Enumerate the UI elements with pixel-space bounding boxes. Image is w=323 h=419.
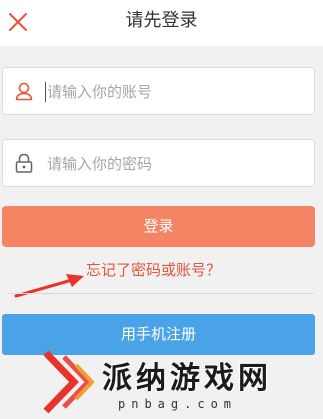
login-button[interactable]: 登录: [2, 206, 315, 247]
watermark-name: 派纳游戏网: [102, 361, 272, 396]
user-icon: [13, 80, 35, 102]
divider: [8, 293, 314, 294]
annotation-arrow-icon: [14, 274, 84, 298]
top-bar: 请先登录: [0, 0, 323, 46]
forgot-password-link[interactable]: 忘记了密码或账号？: [86, 259, 221, 281]
watermark-logo-icon: [43, 350, 95, 414]
password-field[interactable]: [2, 139, 315, 187]
account-input[interactable]: [45, 77, 307, 107]
page-title: 请先登录: [125, 10, 198, 31]
password-input[interactable]: [45, 149, 307, 179]
account-field[interactable]: [2, 67, 315, 115]
lock-icon: [13, 152, 35, 174]
watermark-domain: pnbag.com: [118, 397, 238, 411]
watermark: 派纳游戏网 pnbag.com: [40, 345, 323, 419]
